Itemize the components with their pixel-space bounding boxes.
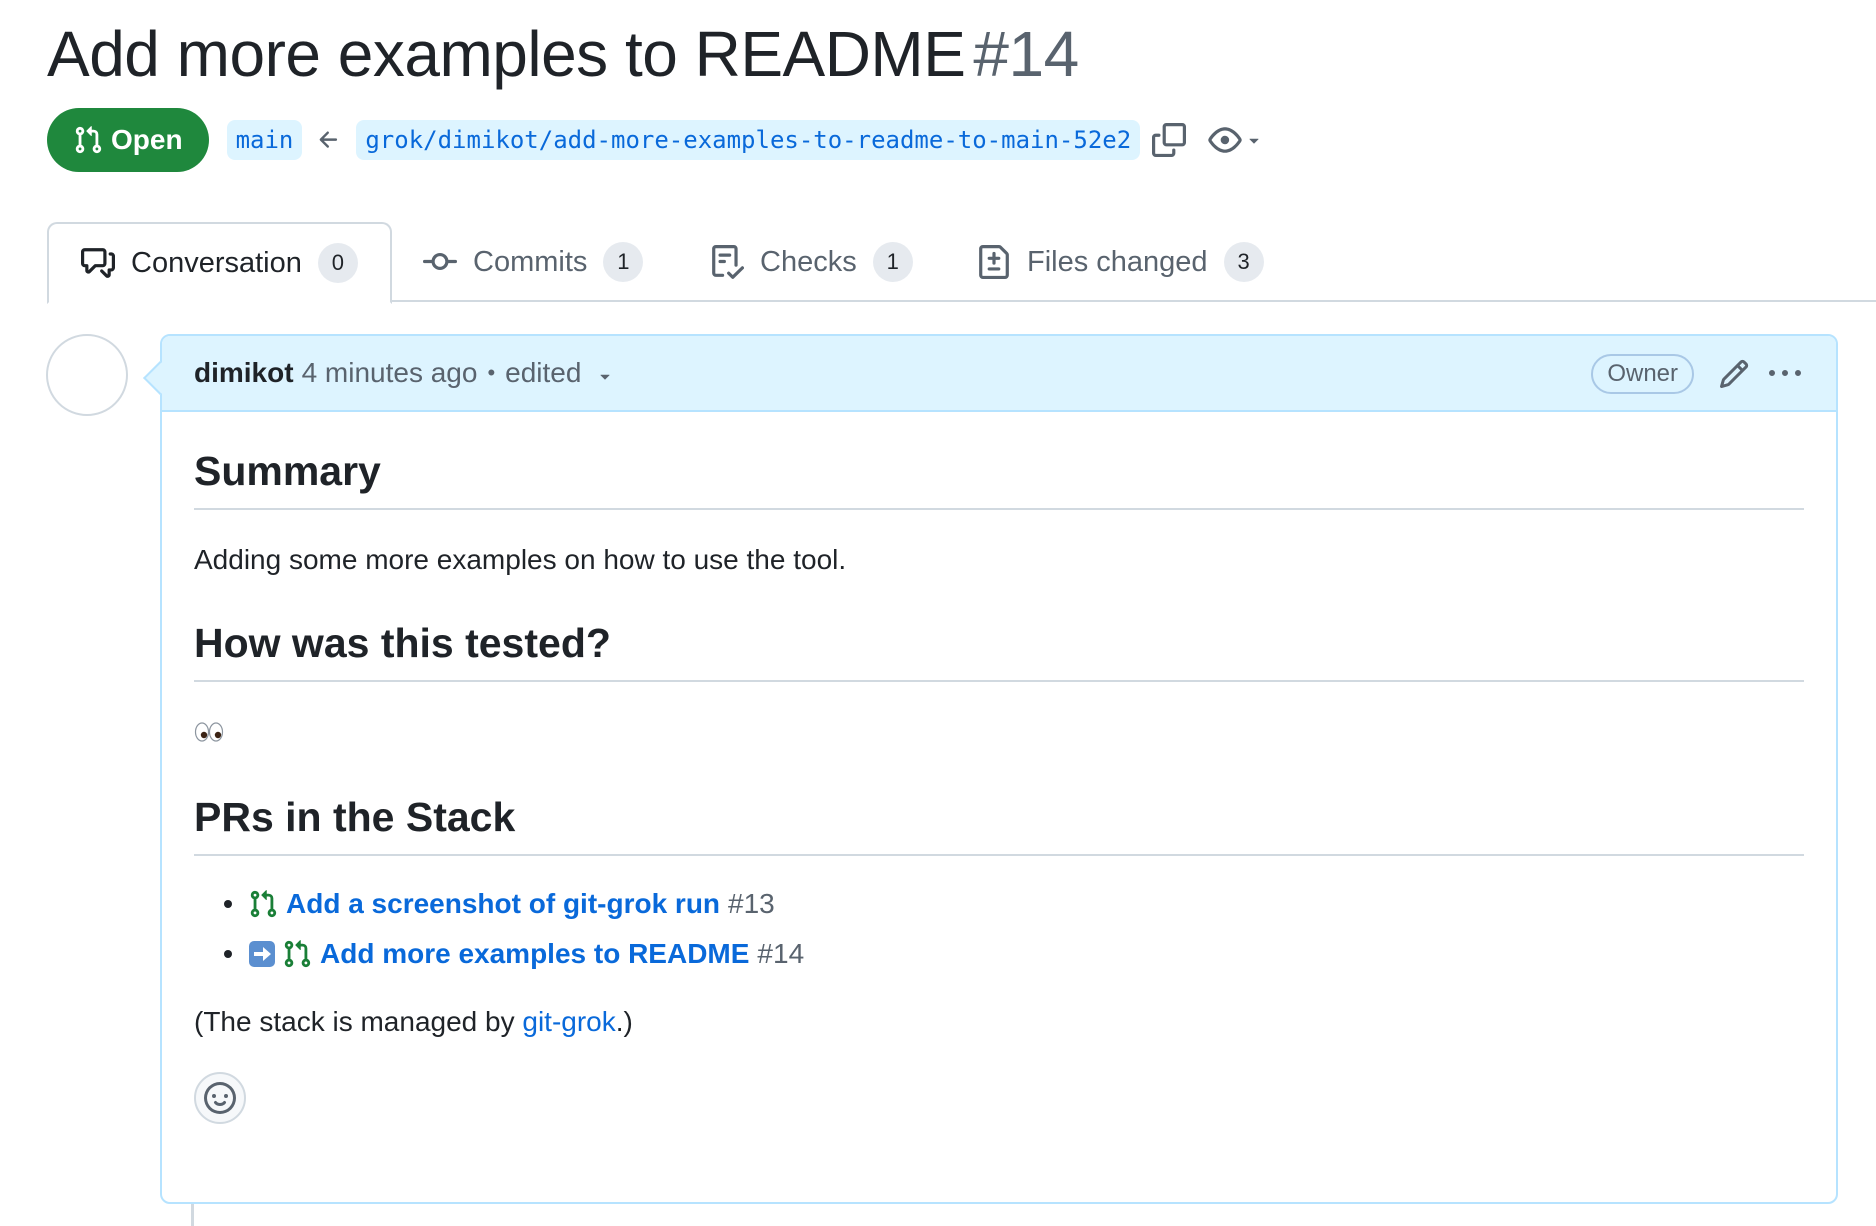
pr-meta-row: Open main grok/dimikot/add-more-examples… [47,108,1264,172]
timeline-line [191,1204,194,1226]
git-grok-link[interactable]: git-grok [522,1006,615,1037]
tab-count: 3 [1223,242,1264,282]
separator-dot: • [487,360,496,385]
git-commit-icon [423,252,457,270]
pr-description-comment: dimikot 4 minutes ago • edited Owner Sum… [143,334,1838,1204]
add-reaction-button[interactable] [194,1072,246,1124]
bullet [224,950,232,958]
stack-pr-number[interactable]: #13 [728,884,775,924]
tab-commits[interactable]: Commits 1 [423,222,644,302]
pr-number: #14 [973,18,1079,90]
tab-count: 1 [603,242,644,282]
tab-conversation[interactable]: Conversation 0 [47,222,392,304]
heading-tested: How was this tested? [194,618,1804,682]
comment-timestamp[interactable]: 4 minutes ago [302,357,478,389]
list-item: Add more examples to README #14 [194,934,1804,974]
arrow-right-emoji-icon [249,941,275,967]
pr-tabs: Conversation 0 Commits 1 Checks 1 Files … [47,222,1876,304]
stack-pr-link[interactable]: Add more examples to README [320,934,749,974]
arrow-left-icon [320,131,338,148]
smiley-icon [204,1082,236,1114]
comment-author[interactable]: dimikot [194,357,294,389]
head-branch[interactable]: grok/dimikot/add-more-examples-to-readme… [356,120,1141,160]
tab-files-changed[interactable]: Files changed 3 [977,222,1264,302]
tab-label: Files changed [1027,245,1208,278]
summary-text: Adding some more examples on how to use … [194,544,847,575]
pr-title: Add more examples to README #14 [47,14,1079,94]
stack-pr-link[interactable]: Add a screenshot of git-grok run [286,884,720,924]
git-pull-request-icon [250,890,277,918]
file-diff-icon [979,245,1009,279]
heading-summary: Summary [194,446,1804,510]
eyes-icon [194,722,224,742]
avatar[interactable] [46,334,128,416]
eye-icon[interactable] [1208,123,1242,157]
stack-pr-number[interactable]: #14 [757,934,804,974]
tab-checks[interactable]: Checks 1 [710,222,913,302]
pr-title-text: Add more examples to README [47,18,966,90]
git-pull-request-icon [284,940,311,968]
managed-prefix: (The stack is managed by [194,1006,523,1037]
chevron-down-icon[interactable] [595,366,615,386]
state-badge-open: Open [47,108,209,172]
state-label: Open [111,124,183,155]
comment-body: Summary Adding some more examples on how… [162,446,1836,1124]
tab-label: Commits [473,245,588,278]
managed-suffix: .) [615,1006,633,1037]
edited-dropdown[interactable]: edited [505,357,581,389]
pencil-icon[interactable] [1718,358,1750,390]
bullet [224,900,232,908]
comment-header: dimikot 4 minutes ago • edited Owner [162,336,1836,412]
owner-badge: Owner [1591,354,1694,394]
tab-count: 0 [317,243,358,283]
stack-managed-note: (The stack is managed by git-grok.) [194,1002,1804,1042]
heading-stack: PRs in the Stack [194,792,1804,856]
checklist-icon [712,245,744,279]
git-pull-request-icon [75,126,102,154]
base-branch[interactable]: main [226,120,303,160]
list-item: Add a screenshot of git-grok run #13 [194,884,1804,924]
tab-count: 1 [872,242,913,282]
copy-icon[interactable] [1152,123,1187,157]
tab-label: Checks [760,245,857,278]
eyes-emoji [194,712,1804,752]
chevron-down-icon[interactable] [1244,130,1264,150]
comment-discussion-icon [81,248,115,278]
kebab-horizontal-icon[interactable] [1768,358,1802,390]
tab-label: Conversation [131,246,302,279]
stack-list: Add a screenshot of git-grok run #13 Add… [194,884,1804,974]
